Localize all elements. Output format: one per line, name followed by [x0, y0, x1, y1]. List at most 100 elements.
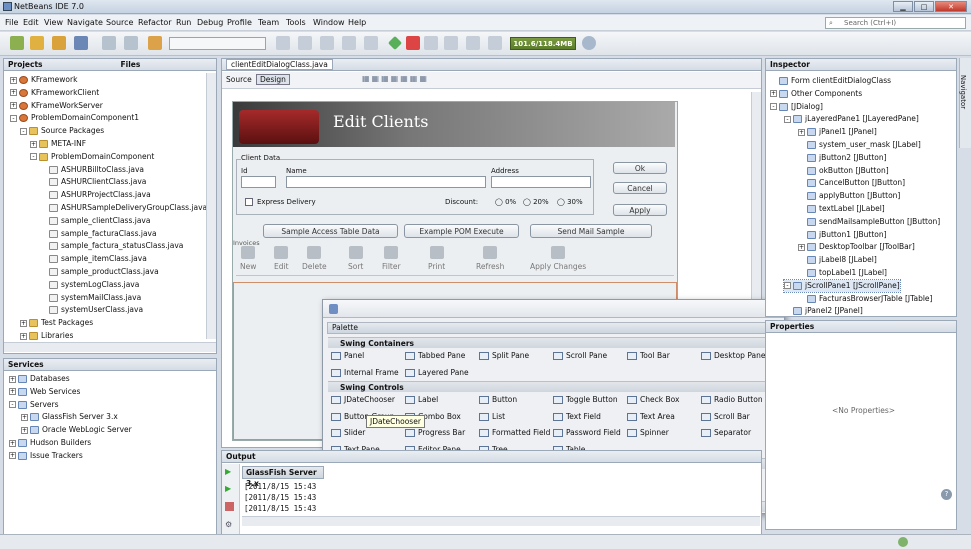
palette-item-list[interactable]: List: [479, 411, 505, 423]
service-tree-row[interactable]: + Oracle WebLogic Server: [21, 424, 132, 436]
service-tree-row[interactable]: - Servers: [9, 399, 59, 411]
menu-tools[interactable]: Tools: [286, 18, 306, 27]
menu-profile[interactable]: Profile: [227, 18, 252, 27]
palette-item-password-field[interactable]: Password Field: [553, 427, 621, 439]
stop-icon[interactable]: [406, 36, 420, 50]
menu-help[interactable]: Help: [348, 18, 366, 27]
expand-icon[interactable]: -: [770, 103, 777, 111]
output-title[interactable]: Output: [226, 452, 256, 461]
inspector-tree-row[interactable]: jPanel2 [JPanel]: [784, 305, 863, 317]
navigator-tab[interactable]: Navigator: [959, 75, 967, 109]
project-tree-row[interactable]: - ProblemDomainComponent: [30, 151, 154, 163]
save-all-icon[interactable]: [74, 36, 88, 50]
inspector-tree-row[interactable]: FacturasBrowserJTable [JTable]: [798, 293, 932, 305]
expand-icon[interactable]: -: [784, 282, 791, 290]
project-tree-row[interactable]: + META-INF: [30, 138, 86, 150]
id-field[interactable]: [241, 176, 276, 188]
palette-item-label[interactable]: Label: [405, 394, 438, 406]
menu-refactor[interactable]: Refactor: [138, 18, 172, 27]
rerun-icon[interactable]: ▶: [225, 467, 231, 476]
project-tree-row[interactable]: ASHURClientClass.java: [40, 176, 146, 188]
properties-title[interactable]: Properties: [770, 322, 814, 331]
palette-item-check-box[interactable]: Check Box: [627, 394, 679, 406]
gc-icon[interactable]: [582, 36, 596, 50]
maximize-button[interactable]: □: [914, 1, 934, 12]
run-icon[interactable]: [320, 36, 334, 50]
pause-icon[interactable]: [424, 36, 438, 50]
expand-icon[interactable]: +: [10, 76, 17, 84]
tab-files[interactable]: Files: [121, 59, 141, 70]
project-tree-row[interactable]: + KFrameWorkServer: [10, 100, 103, 112]
service-tree-row[interactable]: + Web Services: [9, 386, 80, 398]
palette-item-tabbed-pane[interactable]: Tabbed Pane: [405, 350, 465, 362]
discount-20-radio[interactable]: ◯ 20%: [523, 198, 549, 206]
discount-0-radio[interactable]: ◯ 0%: [495, 198, 516, 206]
rerun-again-icon[interactable]: ▶: [225, 484, 231, 493]
service-tree-row[interactable]: + Hudson Builders: [9, 437, 91, 449]
inspector-title[interactable]: Inspector: [770, 60, 810, 69]
apply-button[interactable]: Apply: [613, 204, 667, 216]
menu-view[interactable]: View: [44, 18, 63, 27]
project-tree-row[interactable]: sample_clientClass.java: [40, 215, 150, 227]
tab-client-edit-dialog[interactable]: clientEditDialogClass.java: [226, 59, 333, 70]
projects-vscrollbar[interactable]: [206, 73, 216, 339]
service-tree-row[interactable]: + GlassFish Server 3.x: [21, 411, 118, 423]
project-tree-row[interactable]: sample_itemClass.java: [40, 253, 147, 265]
service-tree-row[interactable]: + Databases: [9, 373, 70, 385]
palette-item-radio-button[interactable]: Radio Button: [701, 394, 763, 406]
new-file-icon[interactable]: [10, 36, 24, 50]
menu-window[interactable]: Window: [313, 18, 345, 27]
palette-item-scroll-bar[interactable]: Scroll Bar: [701, 411, 750, 423]
minimize-button[interactable]: ▁: [893, 1, 913, 12]
menu-source[interactable]: Source: [106, 18, 133, 27]
ok-button[interactable]: Ok: [613, 162, 667, 174]
project-tree-row[interactable]: systemLogClass.java: [40, 279, 139, 291]
inspector-tree-row[interactable]: sendMailsampleButton [JButton]: [798, 216, 940, 228]
project-tree-row[interactable]: sample_productClass.java: [40, 266, 159, 278]
expand-icon[interactable]: +: [798, 243, 805, 251]
expand-icon[interactable]: +: [20, 319, 27, 327]
debug-icon[interactable]: [342, 36, 356, 50]
memory-indicator[interactable]: 101.6/118.4MB: [510, 37, 576, 50]
address-field[interactable]: [491, 176, 591, 188]
config-icon[interactable]: [148, 36, 162, 50]
palette-item-spinner[interactable]: Spinner: [627, 427, 669, 439]
palette-item-progress-bar[interactable]: Progress Bar: [405, 427, 465, 439]
notification-icon[interactable]: [898, 537, 908, 547]
tab-glassfish[interactable]: GlassFish Server 3.x: [242, 466, 324, 488]
project-tree-row[interactable]: - ProblemDomainComponent1: [10, 112, 139, 124]
inspector-tree-row[interactable]: jButton1 [JButton]: [798, 229, 887, 241]
inspector-tree-row[interactable]: - jScrollPane1 [JScrollPane]: [783, 278, 901, 293]
inspector-tree-row[interactable]: okButton [JButton]: [798, 165, 889, 177]
attach-debugger-icon[interactable]: [387, 35, 403, 51]
palette-item-panel[interactable]: Panel: [331, 350, 364, 362]
source-button[interactable]: Source: [226, 75, 252, 84]
palette-item-text-field[interactable]: Text Field: [553, 411, 601, 423]
invoice-tool-new[interactable]: New: [240, 246, 256, 271]
step-out-icon[interactable]: [488, 36, 502, 50]
tab-projects[interactable]: Projects: [8, 59, 43, 70]
align-icons[interactable]: ▦▦▦▦▦▦▦: [362, 74, 429, 83]
expand-icon[interactable]: +: [10, 102, 17, 110]
expand-icon[interactable]: +: [798, 128, 805, 136]
expand-icon[interactable]: -: [784, 115, 791, 123]
expand-icon[interactable]: -: [20, 127, 27, 135]
project-tree-row[interactable]: ASHURProjectClass.java: [40, 189, 151, 201]
expand-icon[interactable]: +: [770, 90, 777, 98]
expand-icon[interactable]: +: [9, 388, 16, 396]
redo-icon[interactable]: [124, 36, 138, 50]
configuration-combo[interactable]: [169, 37, 266, 50]
expand-icon[interactable]: +: [30, 140, 37, 148]
inspector-tree-row[interactable]: jButton2 [JButton]: [798, 152, 887, 164]
menu-team[interactable]: Team: [258, 18, 279, 27]
menu-edit[interactable]: Edit: [23, 18, 39, 27]
expand-icon[interactable]: +: [21, 426, 28, 434]
inspector-tree-row[interactable]: applyButton [JButton]: [798, 190, 900, 202]
palette-item-tool-bar[interactable]: Tool Bar: [627, 350, 670, 362]
inspector-tree-row[interactable]: + Other Components: [770, 88, 862, 100]
project-tree-row[interactable]: + KFrameworkClient: [10, 87, 99, 99]
inspector-tree-row[interactable]: - jLayeredPane1 [JLayeredPane]: [784, 113, 919, 125]
expand-icon[interactable]: +: [20, 332, 27, 340]
palette-item-internal-frame[interactable]: Internal Frame: [331, 367, 399, 379]
palette-item-slider[interactable]: Slider: [331, 427, 365, 439]
